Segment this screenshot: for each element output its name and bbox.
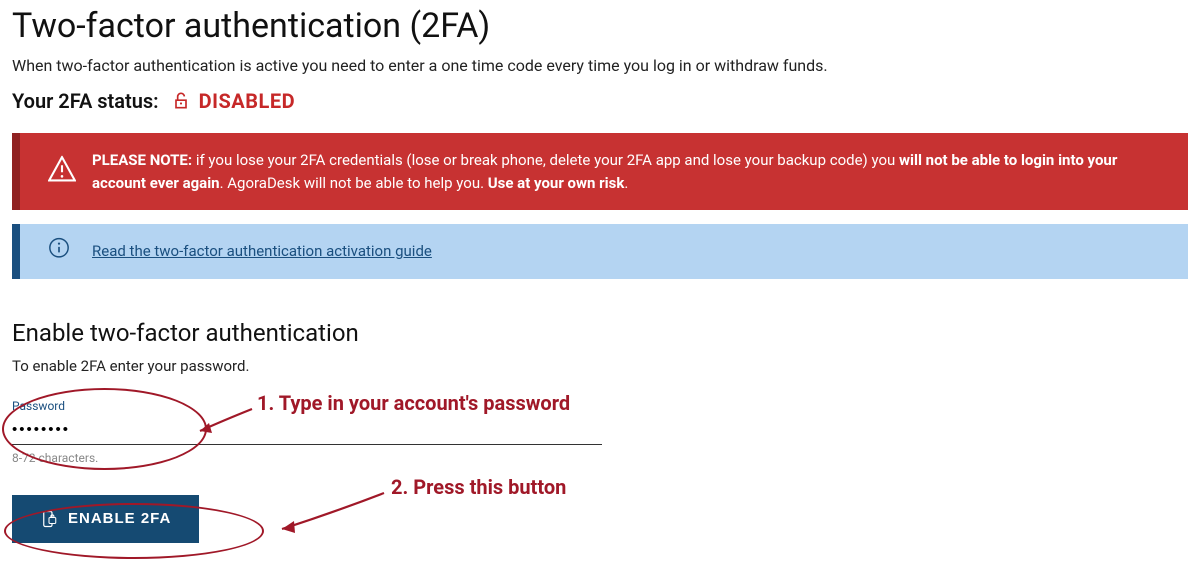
info-banner: Read the two-factor authentication activ…	[12, 224, 1188, 279]
annotation-step2: 2. Press this button	[391, 475, 566, 499]
status-row: Your 2FA status: DISABLED	[12, 89, 1188, 113]
warning-text: PLEASE NOTE: if you lose your 2FA creden…	[92, 151, 1117, 192]
unlock-icon	[171, 90, 191, 112]
password-helper: 8-72 characters.	[12, 451, 602, 465]
enable-button-label: ENABLE 2FA	[68, 510, 171, 527]
status-value: DISABLED	[171, 89, 295, 113]
guide-link[interactable]: Read the two-factor authentication activ…	[92, 242, 432, 260]
status-label: Your 2FA status:	[12, 89, 159, 113]
enable-heading: Enable two-factor authentication	[12, 319, 1188, 347]
page-title: Two-factor authentication (2FA)	[12, 6, 1188, 46]
warning-banner: PLEASE NOTE: if you lose your 2FA creden…	[12, 133, 1188, 210]
info-icon	[48, 237, 70, 266]
status-text: DISABLED	[199, 89, 295, 113]
warning-icon	[48, 155, 76, 188]
page-description: When two-factor authentication is active…	[12, 56, 1188, 75]
password-label: Password	[12, 399, 602, 413]
enable-2fa-button[interactable]: ENABLE 2FA	[12, 495, 199, 543]
annotation-arrow-2	[272, 491, 392, 535]
enable-instructions: To enable 2FA enter your password.	[12, 357, 1188, 375]
password-input[interactable]	[12, 415, 602, 445]
phone-lock-icon	[40, 509, 58, 529]
